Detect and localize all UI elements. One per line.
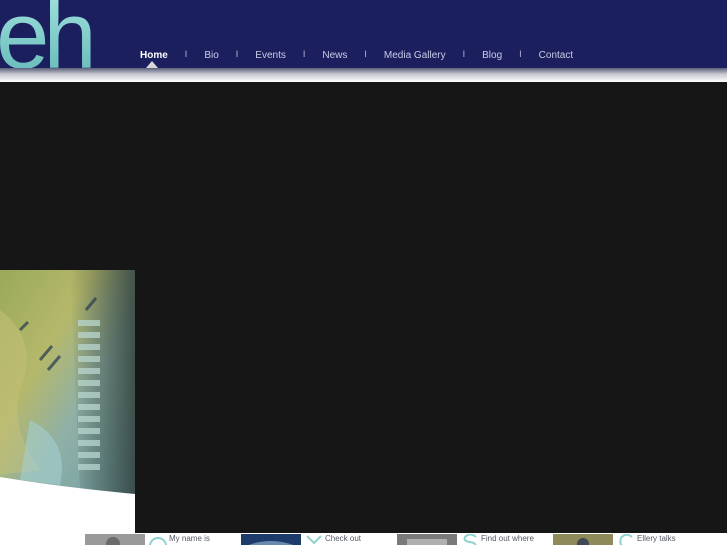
teaser-item[interactable]: Find out where [397,534,534,545]
teaser-text[interactable]: My name is [169,534,210,543]
nav-separator: I [184,49,188,59]
teaser-item[interactable]: Ellery talks [553,534,676,545]
teaser-thumbnail[interactable] [85,534,145,545]
g-glyph-icon [619,534,633,545]
logo-text: eh [0,0,91,74]
nav-media-gallery[interactable]: Media Gallery [384,50,446,61]
nav-bio[interactable]: Bio [204,50,218,61]
nav-events[interactable]: Events [255,50,286,61]
header-shadow [0,68,727,82]
teaser-thumbnail[interactable] [397,534,457,545]
teaser-text[interactable]: Find out where [481,534,534,543]
y-glyph-icon [306,535,322,545]
teaser-text[interactable]: Check out [325,534,361,543]
teaser-strip: My name is Check out Find out where Elle… [0,533,727,545]
abstract-painting-image [0,270,135,533]
teaser-text[interactable]: Ellery talks [637,534,676,543]
teaser-thumbnail[interactable] [553,534,613,545]
nav-separator: I [235,49,239,59]
nav-contact[interactable]: Contact [539,50,573,61]
main-nav: Home I Bio I Events I News I Media Galle… [140,47,573,63]
nav-separator: I [302,49,306,59]
site-header: eh Home I Bio I Events I News I Media Ga… [0,0,727,74]
nav-news[interactable]: News [322,50,347,61]
eh-logo[interactable]: eh [0,0,116,74]
nav-home[interactable]: Home [140,50,168,61]
nav-separator: I [519,49,522,59]
o-glyph-icon [149,537,167,545]
nav-separator: I [364,49,367,59]
teaser-item[interactable]: My name is [85,534,210,545]
teaser-item[interactable]: Check out [241,534,361,545]
teaser-thumbnail[interactable] [241,534,301,545]
s-glyph-icon [463,534,477,545]
nav-blog[interactable]: Blog [482,50,502,61]
active-nav-pointer-icon [146,61,158,68]
nav-separator: I [462,49,466,59]
